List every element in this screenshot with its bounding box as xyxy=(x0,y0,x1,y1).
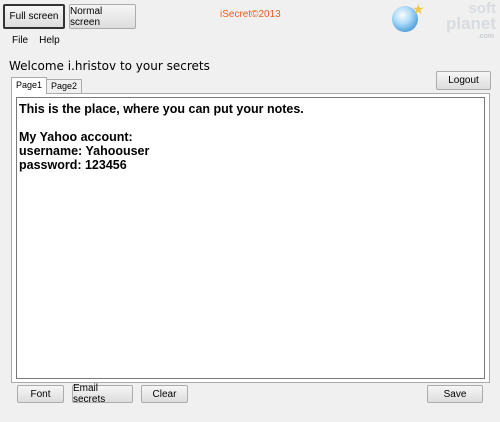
full-screen-button[interactable]: Full screen xyxy=(3,4,65,29)
menu-help[interactable]: Help xyxy=(35,33,67,51)
clear-button[interactable]: Clear xyxy=(141,385,188,403)
watermark-line-2: planet xyxy=(445,14,496,33)
logout-button[interactable]: Logout xyxy=(436,71,491,90)
tab-page1[interactable]: Page1 xyxy=(11,77,48,94)
star-icon: ★ xyxy=(412,1,425,17)
tab-panel: This is the place, where you can put you… xyxy=(11,93,490,383)
welcome-heading: Welcome i.hristov to your secrets xyxy=(9,59,210,73)
normal-screen-button[interactable]: Normal screen xyxy=(69,4,136,29)
window-bottom-edge xyxy=(0,414,500,422)
email-secrets-button[interactable]: Email secrets xyxy=(72,383,133,405)
app-title: iSecret©2013 xyxy=(220,9,281,20)
softplanet-watermark: ★ soft planet .com xyxy=(382,0,500,40)
tab-page2[interactable]: Page2 xyxy=(46,79,83,94)
save-button[interactable]: Save xyxy=(427,385,483,403)
page-tabs: Page1 Page2 xyxy=(11,77,83,94)
watermark-line-3: .com xyxy=(477,33,494,40)
font-button[interactable]: Font xyxy=(17,385,64,403)
notes-textarea[interactable]: This is the place, where you can put you… xyxy=(16,97,485,379)
menu-file[interactable]: File xyxy=(0,33,35,51)
menu-bar: File Help xyxy=(0,33,67,51)
